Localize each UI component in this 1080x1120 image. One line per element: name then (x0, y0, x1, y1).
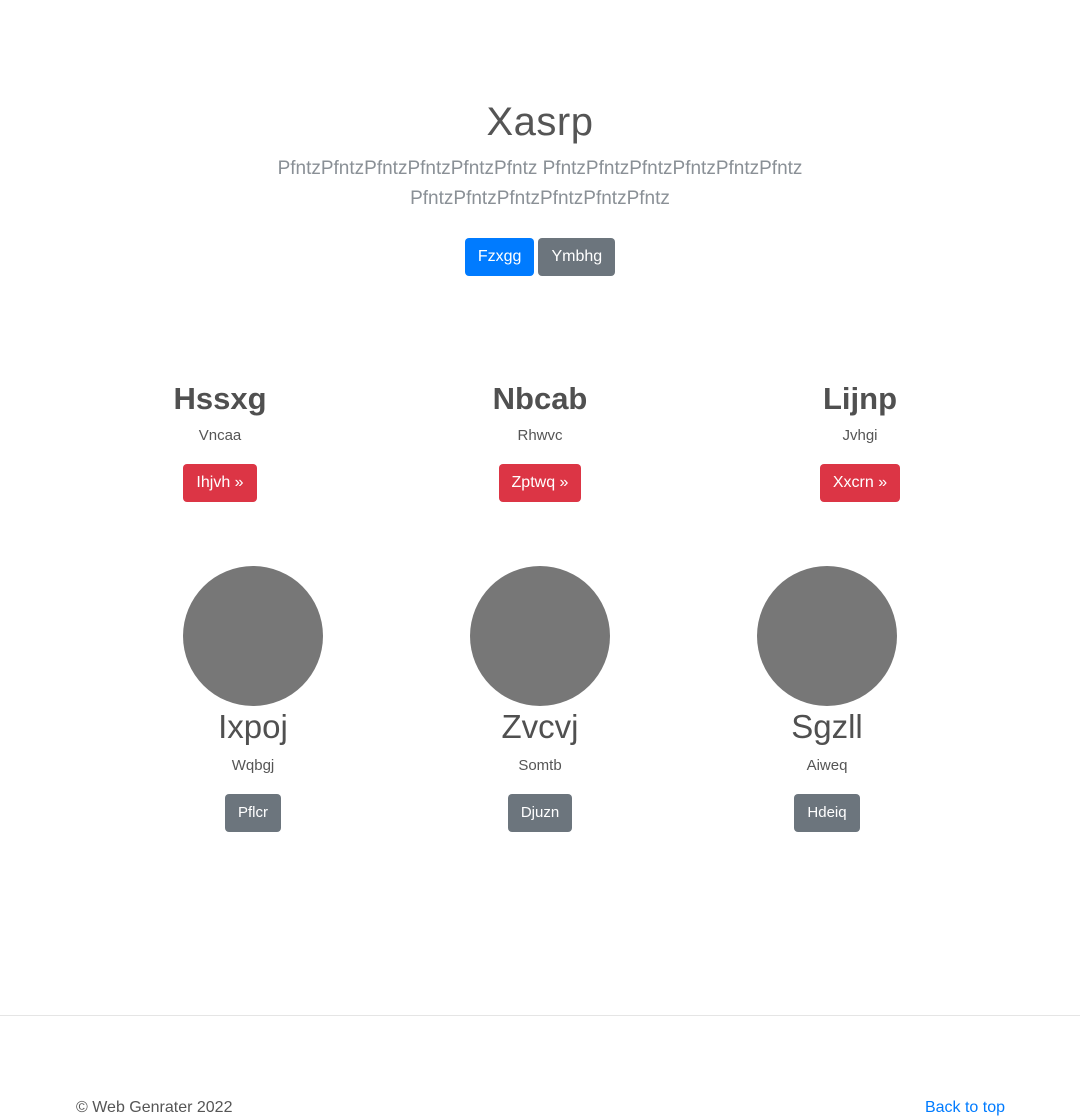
member-text: Somtb (518, 757, 562, 774)
feature-text: Rhwvc (517, 427, 563, 444)
member-text: Aiweq (806, 757, 848, 774)
hero-lead-text: PfntzPfntzPfntzPfntzPfntzPfntz PfntzPfnt… (277, 158, 803, 209)
hero-primary-button[interactable]: Fzxgg (464, 238, 535, 276)
member-card: Sgzll Aiweq Hdeiq (697, 566, 957, 832)
member-name: Zvcvj (501, 708, 579, 745)
feature-title: Lijnp (822, 381, 898, 416)
member-button[interactable]: Hdeiq (794, 794, 860, 832)
hero-section: Xasrp PfntzPfntzPfntzPfntzPfntzPfntz Pfn… (0, 96, 1080, 276)
feature-button[interactable]: Zptwq » (498, 464, 582, 502)
avatar (183, 566, 323, 706)
footer-divider (0, 1015, 1080, 1016)
feature-button[interactable]: Xxcrn » (819, 464, 901, 502)
feature-text: Vncaa (198, 427, 242, 444)
member-button[interactable]: Djuzn (507, 794, 573, 832)
footer-copyright: © Web Genrater 2022 (76, 1099, 233, 1116)
feature-column: Lijnp Jvhgi Xxcrn » (740, 378, 980, 502)
member-card: Ixpoj Wqbgj Pflcr (123, 566, 383, 832)
members-row: Ixpoj Wqbgj Pflcr Zvcvj Somtb Djuzn Sgzl… (0, 566, 1080, 836)
hero-actions: Fzxgg Ymbhg (0, 238, 1080, 276)
feature-text: Jvhgi (842, 427, 878, 444)
avatar (757, 566, 897, 706)
feature-title: Nbcab (492, 381, 588, 416)
member-text: Wqbgj (231, 757, 275, 774)
feature-title: Hssxg (173, 381, 267, 416)
page: Xasrp PfntzPfntzPfntzPfntzPfntzPfntz Pfn… (0, 0, 1080, 1120)
member-name: Sgzll (791, 708, 863, 745)
member-name: Ixpoj (218, 708, 288, 745)
member-card: Zvcvj Somtb Djuzn (410, 566, 670, 832)
avatar (470, 566, 610, 706)
hero-title: Xasrp (486, 100, 594, 144)
feature-column: Nbcab Rhwvc Zptwq » (420, 378, 660, 502)
back-to-top-link[interactable]: Back to top (925, 1098, 1005, 1118)
member-button[interactable]: Pflcr (225, 794, 281, 832)
hero-secondary-button[interactable]: Ymbhg (538, 238, 616, 276)
features-row: Hssxg Vncaa Ihjvh » Nbcab Rhwvc Zptwq » … (0, 378, 1080, 508)
feature-column: Hssxg Vncaa Ihjvh » (100, 378, 340, 502)
feature-button[interactable]: Ihjvh » (183, 464, 257, 502)
